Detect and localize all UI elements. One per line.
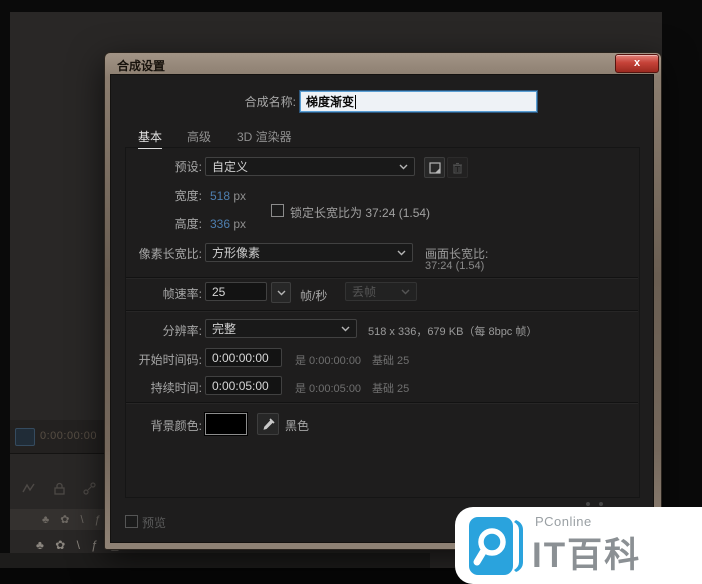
lock-aspect-label: 锁定长宽比为 37:24 (1.54) [290,206,431,220]
pixel-aspect-value: 方形像素 [212,246,261,260]
composition-name-value: 梯度渐变 [306,95,355,109]
chevron-down-icon [341,326,350,331]
duration-value: 0:00:05:00 [212,378,269,393]
duration-input[interactable]: 0:00:05:00 [205,376,282,395]
timeline-toolbar-icons: ♣ ✿ \ ƒ [42,514,105,526]
start-timecode-echo: 是 0:00:00:00 [295,355,362,367]
decoration-dot [599,502,603,506]
duration-base: 基础 25 [372,383,410,395]
start-timecode-label: 开始时间码: [138,353,202,367]
height-unit: px [233,217,247,231]
delete-preset-button[interactable] [447,157,468,178]
dialog-title: 合成设置 [117,59,166,73]
drop-frame-dropdown: 丢帧 [345,282,417,301]
timeline-graph-icon [83,482,96,495]
width-value[interactable]: 518 [210,189,230,203]
screen: 0:00:00:00 ♣ ✿ \ ƒ ♣ ✿ \ ƒ ▢ 合成设置 x 合成名称… [0,0,702,584]
pixel-aspect-dropdown[interactable]: 方形像素 [205,243,413,262]
text-caret [355,94,357,109]
preset-value: 自定义 [212,160,249,174]
it-baike-logo-icon [469,517,523,575]
preview-checkbox[interactable] [125,515,138,528]
watermark-title: IT百科 [532,536,642,575]
frame-rate-dropdown-button[interactable] [271,282,291,303]
composition-name-label: 合成名称: [244,95,296,109]
width-label: 宽度: [174,189,202,203]
trash-icon [453,162,462,174]
save-preset-button[interactable] [424,157,445,178]
chevron-down-icon [277,290,285,295]
start-timecode-base: 基础 25 [372,355,410,367]
pixel-aspect-label: 像素长宽比: [138,247,202,261]
resolution-value: 完整 [212,322,237,336]
tab-basic[interactable]: 基本 [138,128,163,149]
background-color-swatch[interactable] [205,413,247,435]
lock-icon [54,482,65,495]
eyedropper-icon [263,417,275,430]
timeline-current-timecode: 0:00:00:00 [40,430,97,442]
start-timecode-input[interactable]: 0:00:00:00 [205,348,282,367]
preview-label: 预览 [142,516,167,530]
composition-name-input[interactable]: 梯度渐变 [300,91,537,112]
resolution-dropdown[interactable]: 完整 [205,319,357,338]
frame-rate-value: 25 [212,284,226,299]
separator [126,402,638,403]
frame-rate-label: 帧速率: [162,287,202,301]
background-color-name: 黑色 [285,419,310,433]
timeline-panel-icon [15,428,35,446]
height-value[interactable]: 336 [210,217,230,231]
drop-frame-value: 丢帧 [352,285,377,299]
tab-3d-renderer[interactable]: 3D 渲染器 [237,128,292,145]
chevron-down-icon [397,250,406,255]
lock-aspect-checkbox[interactable] [271,204,284,217]
height-label: 高度: [174,217,202,231]
start-timecode-value: 0:00:00:00 [212,350,269,365]
chevron-down-icon [401,289,410,294]
save-preset-icon [428,161,441,174]
resolution-info: 518 x 336，679 KB（每 8bpc 帧） [368,326,538,338]
watermark: PConline IT百科 [455,507,702,584]
separator [126,310,638,311]
timeline-toggle-icon [22,483,35,493]
background-color-label: 背景颜色: [150,419,202,433]
width-value-group: 518 px [210,189,246,203]
resolution-label: 分辨率: [162,324,202,338]
frame-rate-unit: 帧/秒 [300,289,328,303]
width-unit: px [233,189,247,203]
height-value-group: 336 px [210,217,246,231]
duration-label: 持续时间: [150,381,202,395]
frame-rate-input[interactable]: 25 [205,282,267,301]
preset-dropdown[interactable]: 自定义 [205,157,415,176]
frame-aspect-value: 37:24 (1.54) [425,260,485,272]
close-button[interactable]: x [615,54,659,73]
eyedropper-button[interactable] [257,413,279,435]
decoration-dot [586,502,590,506]
preset-label: 预设: [174,160,202,174]
tab-advanced[interactable]: 高级 [187,128,211,145]
duration-echo: 是 0:00:05:00 [295,383,362,395]
separator [126,277,638,278]
chevron-down-icon [399,164,408,169]
